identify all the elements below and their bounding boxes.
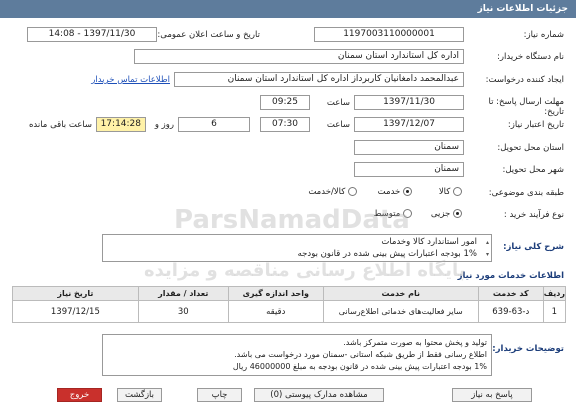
radio-icon xyxy=(403,209,412,218)
back-button[interactable]: بازگشت xyxy=(117,388,162,402)
page-title: جزئیات اطلاعات نیاز xyxy=(477,4,568,14)
exit-button[interactable]: خروج xyxy=(57,388,102,402)
col-service-code: کد خدمت xyxy=(477,286,544,301)
summary-textarea[interactable]: امور استاندارد کالا وخدمات 1% بودجه اعتب… xyxy=(102,234,492,262)
remaining-time-field: 17:14:28 xyxy=(96,117,146,132)
notes-line-2: اطلاع رسانی فقط از طریق شبکه استانی -سمن… xyxy=(234,350,487,359)
response-date-field: 1397/11/30 xyxy=(354,95,464,110)
view-attachments-button[interactable]: مشاهده مدارک پیوستی (0) xyxy=(254,388,384,402)
process-label: نوع فرآیند خرید : xyxy=(503,210,564,220)
table-header-row: ردیف کد خدمت نام خدمت واحد اندازه گیری ت… xyxy=(12,286,567,301)
radio-icon xyxy=(348,187,357,196)
col-unit: واحد اندازه گیری xyxy=(227,286,324,301)
cell-service-name: سایر فعالیت‌های خدماتی اطلاع‌رسانی xyxy=(322,300,479,323)
response-time-label: ساعت xyxy=(326,98,350,108)
cell-row-number: 1 xyxy=(542,300,567,323)
summary-label: شرح کلی نیاز: xyxy=(503,242,564,252)
province-field: سمنان xyxy=(354,140,464,155)
creator-label: ایجاد کننده درخواست: xyxy=(485,75,564,85)
response-time-field: 09:25 xyxy=(260,95,310,110)
col-row-number: ردیف xyxy=(542,286,567,301)
table-row[interactable]: 1 د-63-639 سایر فعالیت‌های خدماتی اطلاع‌… xyxy=(12,300,567,323)
radio-icon xyxy=(453,187,462,196)
col-quantity: تعداد / مقدار xyxy=(137,286,229,301)
summary-line-2: 1% بودجه اعتبارات پیش بینی شده در قانون … xyxy=(297,249,477,259)
col-need-date: تاریخ نیاز xyxy=(12,286,139,301)
watermark-text: پایگاه اطلاع رسانی مناقصه و مزایده xyxy=(144,260,466,281)
radio-selected-icon xyxy=(403,187,412,196)
validity-time-label: ساعت xyxy=(326,120,350,130)
notes-line-3: 1% بودجه اعتبارات پیش بینی شده در قانون … xyxy=(232,362,487,371)
category-option-goods-service[interactable]: کالا/خدمت xyxy=(308,187,357,197)
announce-label: تاریخ و ساعت اعلان عمومی: xyxy=(157,30,260,40)
validity-date-field: 1397/12/07 xyxy=(354,117,464,132)
creator-field: عبدالمحمد دامغانیان کاربرداز اداره کل اس… xyxy=(174,72,464,87)
reply-button[interactable]: پاسخ به نیاز xyxy=(452,388,532,402)
category-option-service[interactable]: خدمت xyxy=(378,187,412,197)
scroll-arrows-icon[interactable]: ▴ ▾ xyxy=(486,237,489,261)
category-option-goods[interactable]: کالا xyxy=(439,187,462,197)
page-header: جزئیات اطلاعات نیاز xyxy=(0,0,576,18)
notes-label: توضیحات خریدار: xyxy=(492,344,564,354)
buyer-field: اداره کل استاندارد استان سمنان xyxy=(134,49,464,64)
cell-service-code: د-63-639 xyxy=(477,300,544,323)
services-table: ردیف کد خدمت نام خدمت واحد اندازه گیری ت… xyxy=(12,286,567,323)
validity-time-field: 07:30 xyxy=(260,117,310,132)
need-number-label: شماره نیاز: xyxy=(523,30,564,40)
days-field: 6 xyxy=(178,117,250,132)
remaining-label: ساعت باقی مانده xyxy=(28,120,92,130)
summary-line-1: امور استاندارد کالا وخدمات xyxy=(381,237,477,247)
radio-selected-icon xyxy=(453,209,462,218)
province-label: استان محل تحویل: xyxy=(497,143,564,153)
buyer-contact-link[interactable]: اطلاعات تماس خریدار xyxy=(91,75,170,85)
city-label: شهر محل تحویل: xyxy=(502,165,564,175)
print-button[interactable]: چاپ xyxy=(197,388,242,402)
validity-label: تاریخ اعتبار نیاز: xyxy=(507,120,564,130)
notes-textarea[interactable]: تولید و پخش محتوا به صورت متمرکز باشد. ا… xyxy=(102,334,492,376)
col-service-name: نام خدمت xyxy=(322,286,479,301)
process-option-minor[interactable]: جزیی xyxy=(431,209,462,219)
buyer-label: نام دستگاه خریدار: xyxy=(497,52,564,62)
response-deadline-label: مهلت ارسال پاسخ: تا تاریخ: xyxy=(488,97,564,117)
need-number-field: 1197003110000001 xyxy=(314,27,464,42)
announce-field: 1397/11/30 - 14:08 xyxy=(27,27,157,42)
cell-quantity: 30 xyxy=(137,300,229,323)
notes-line-1: تولید و پخش محتوا به صورت متمرکز باشد. xyxy=(343,338,487,347)
cell-need-date: 1397/12/15 xyxy=(12,300,139,323)
category-label: طبقه بندی موضوعی: xyxy=(488,188,564,198)
details-panel: شماره نیاز: 1197003110000001 تاریخ و ساع… xyxy=(4,20,572,405)
days-label: روز و xyxy=(154,120,174,130)
city-field: سمنان xyxy=(354,162,464,177)
services-title: اطلاعات خدمات مورد نیاز xyxy=(457,271,564,281)
cell-unit: دقیقه xyxy=(227,300,324,323)
process-option-medium[interactable]: متوسط xyxy=(374,209,412,219)
